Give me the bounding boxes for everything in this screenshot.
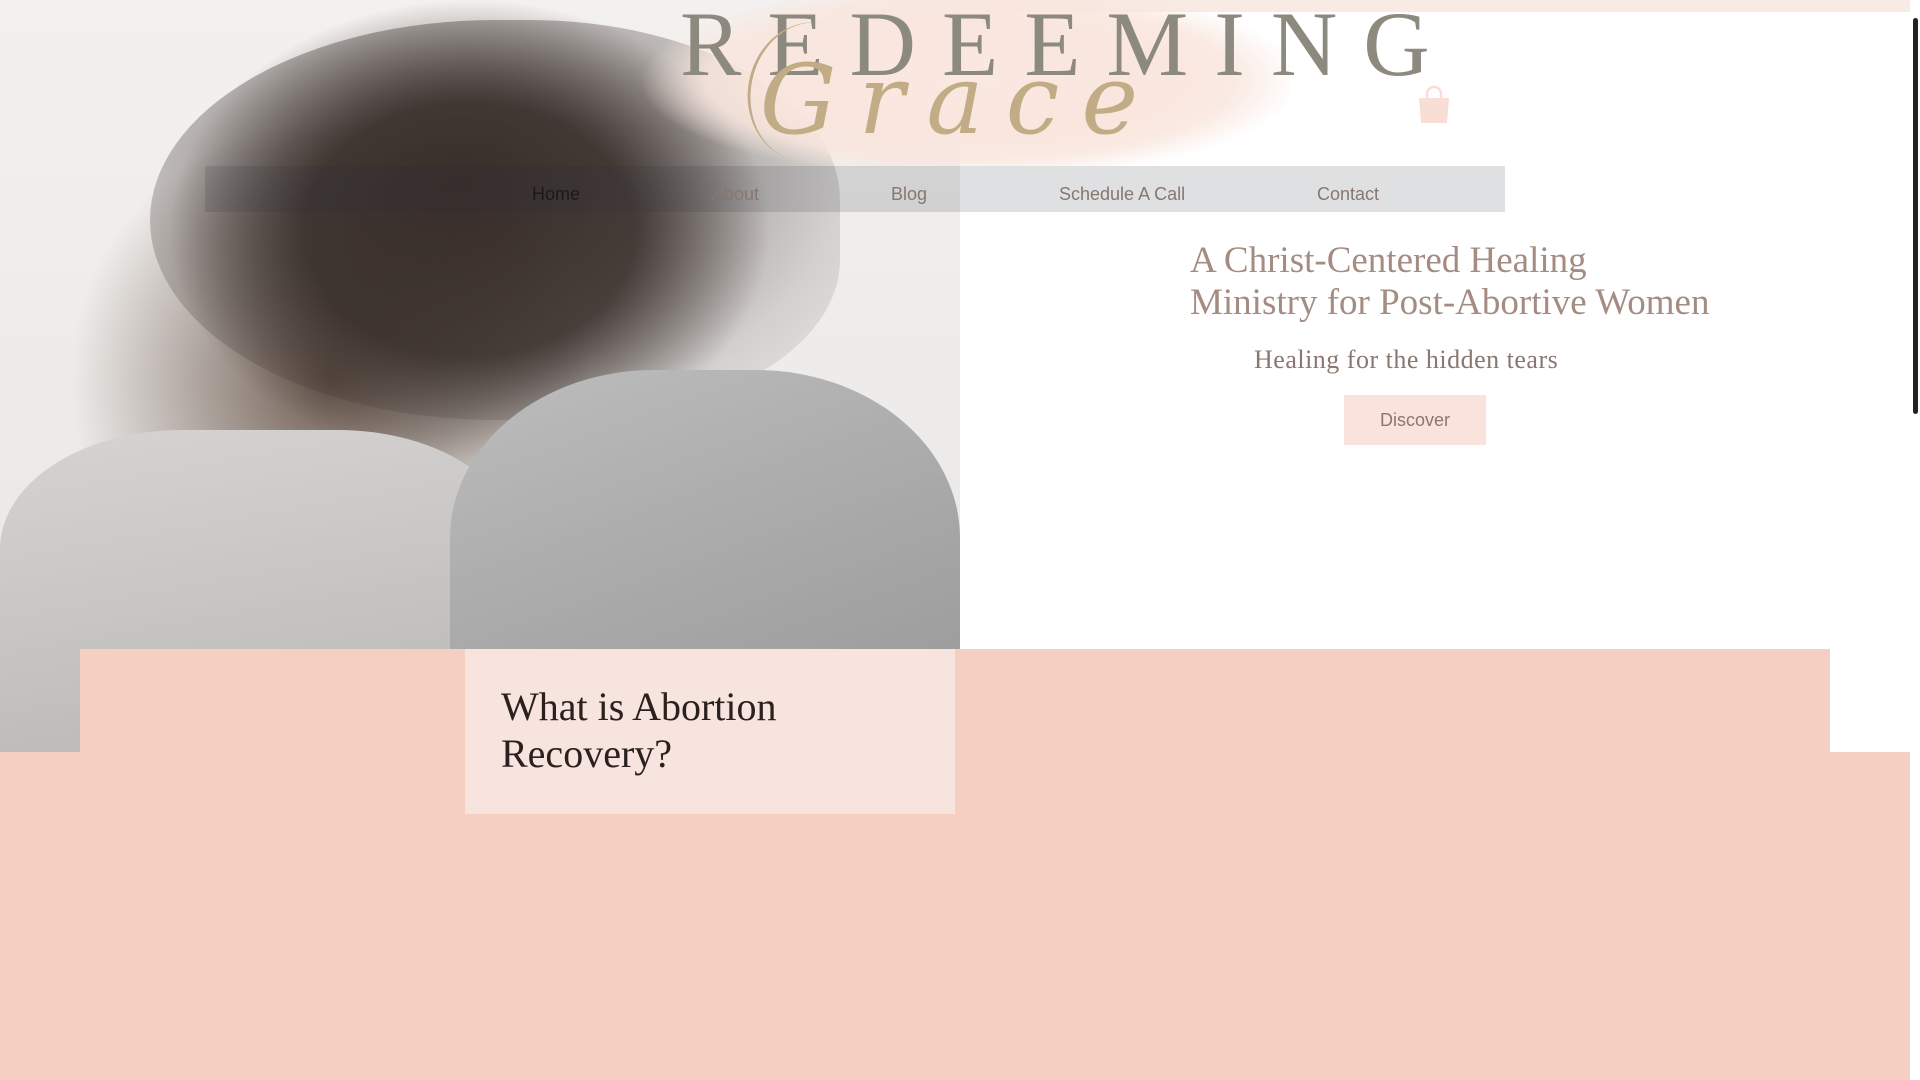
scrollbar-thumb[interactable]: [1913, 18, 1918, 414]
card-title: What is Abortion Recovery?: [501, 684, 777, 776]
nav-item-home[interactable]: Home: [532, 184, 580, 205]
hero-title-line1: A Christ-Centered Healing: [1190, 240, 1587, 281]
section-band-lower: [0, 752, 1910, 1080]
nav-item-contact[interactable]: Contact: [1317, 184, 1379, 205]
hero-title-line2: Ministry for Post-Abortive Women: [1190, 282, 1710, 323]
logo-wordmark-script: Grace: [759, 44, 1161, 156]
hero-title: A Christ-Centered Healing Ministry for P…: [1190, 240, 1750, 324]
nav-item-about[interactable]: About: [712, 184, 759, 205]
abortion-recovery-card: What is Abortion Recovery?: [465, 649, 955, 814]
discover-button[interactable]: Discover: [1344, 395, 1486, 445]
nav-item-schedule-a-call[interactable]: Schedule A Call: [1059, 184, 1185, 205]
hero-subtitle: Healing for the hidden tears: [1254, 345, 1559, 374]
nav-item-blog[interactable]: Blog: [891, 184, 927, 205]
shopping-bag-icon[interactable]: [1416, 84, 1452, 124]
section-band-upper: [80, 649, 1830, 752]
